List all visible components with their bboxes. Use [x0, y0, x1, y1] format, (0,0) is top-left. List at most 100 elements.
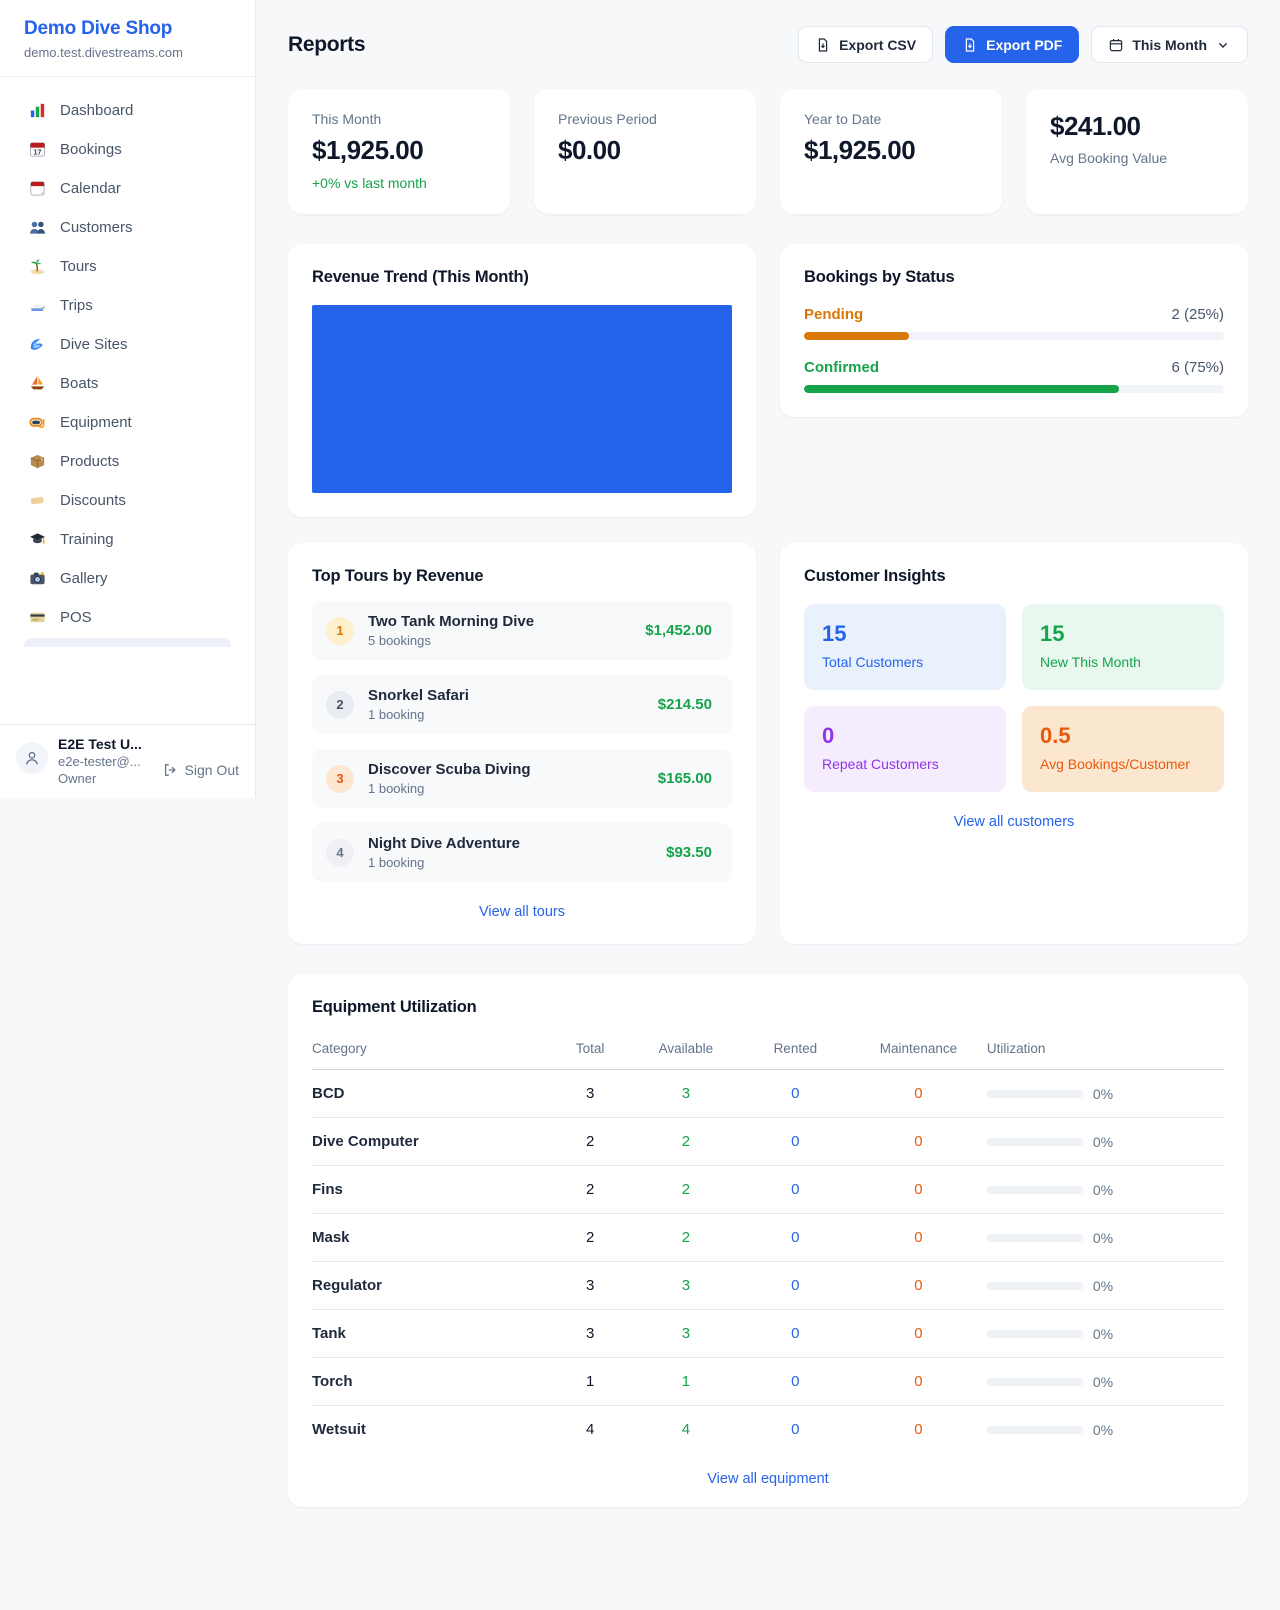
equipment-table: Category Total Available Rented Maintena…: [312, 1031, 1224, 1453]
cell-total: 2: [549, 1118, 631, 1166]
sailboat-emoji-icon: [28, 374, 47, 393]
utilization-bar: [987, 1090, 1083, 1098]
insight-value: 0: [822, 723, 988, 749]
tour-row: 1 Two Tank Morning Dive 5 bookings $1,45…: [312, 601, 732, 660]
avatar: [16, 742, 48, 774]
view-all-customers-link[interactable]: View all customers: [804, 814, 1224, 830]
sidebar-item-customers[interactable]: Customers: [12, 208, 243, 247]
cell-rented: 0: [741, 1166, 850, 1214]
utilization-percent: 0%: [1093, 1182, 1113, 1198]
sidebar-item-label: Boats: [60, 375, 98, 392]
top-tours-title: Top Tours by Revenue: [312, 567, 732, 586]
sidebar-item-label: Customers: [60, 219, 133, 236]
sidebar-item-label: Trips: [60, 297, 93, 314]
cell-total: 3: [549, 1310, 631, 1358]
table-row: Tank 3 3 0 0 0%: [312, 1310, 1224, 1358]
status-count: 2 (25%): [1171, 306, 1224, 323]
tag-emoji-icon: [28, 491, 47, 510]
cell-total: 2: [549, 1166, 631, 1214]
export-csv-button[interactable]: Export CSV: [798, 26, 933, 63]
brand-domain: demo.test.divestreams.com: [24, 45, 231, 60]
user-name: E2E Test U...: [58, 736, 142, 752]
rank-badge: 4: [326, 839, 354, 867]
sidebar-nav: Dashboard 17 Bookings Calendar Customers…: [0, 77, 255, 647]
progress-track: [804, 332, 1224, 340]
cell-rented: 0: [741, 1310, 850, 1358]
tour-name: Night Dive Adventure: [368, 835, 520, 852]
sidebar-item-calendar[interactable]: Calendar: [12, 169, 243, 208]
period-dropdown[interactable]: This Month: [1091, 26, 1248, 63]
sidebar-item-dashboard[interactable]: Dashboard: [12, 91, 243, 130]
brand-name: Demo Dive Shop: [24, 18, 231, 40]
sidebar-item-tours[interactable]: Tours: [12, 247, 243, 286]
tour-revenue: $165.00: [658, 770, 712, 787]
status-label: Pending: [804, 306, 863, 323]
middle-row: Top Tours by Revenue 1 Two Tank Morning …: [288, 543, 1248, 944]
chevron-down-icon: [1215, 37, 1231, 53]
utilization-bar: [987, 1426, 1083, 1434]
cell-maintenance: 0: [850, 1262, 987, 1310]
customer-insights-card: Customer Insights 15 Total Customers 15 …: [780, 543, 1248, 944]
user-email: e2e-tester@...: [58, 754, 142, 769]
stat-label: This Month: [312, 111, 486, 127]
graduation-cap-emoji-icon: [28, 530, 47, 549]
revenue-trend-title: Revenue Trend (This Month): [312, 268, 732, 287]
utilization-bar: [987, 1282, 1083, 1290]
cell-maintenance: 0: [850, 1310, 987, 1358]
stat-card-avg-booking-value: $241.00 Avg Booking Value: [1026, 89, 1248, 214]
export-pdf-button[interactable]: Export PDF: [945, 26, 1079, 63]
insight-label: Repeat Customers: [822, 756, 988, 772]
cell-rented: 0: [741, 1214, 850, 1262]
table-row: Fins 2 2 0 0 0%: [312, 1166, 1224, 1214]
sidebar-item-pos[interactable]: POS: [12, 598, 243, 637]
sidebar-item-products[interactable]: Products: [12, 442, 243, 481]
sidebar-item-gallery[interactable]: Gallery: [12, 559, 243, 598]
cell-category: Regulator: [312, 1262, 549, 1310]
sidebar-item-dive-sites[interactable]: Dive Sites: [12, 325, 243, 364]
table-row: Dive Computer 2 2 0 0 0%: [312, 1118, 1224, 1166]
cell-total: 2: [549, 1214, 631, 1262]
tour-name: Snorkel Safari: [368, 687, 469, 704]
cell-available: 4: [631, 1406, 740, 1454]
cell-category: Mask: [312, 1214, 549, 1262]
bar-chart-emoji-icon: [28, 101, 47, 120]
sidebar-item-label: Dive Sites: [60, 336, 128, 353]
cell-rented: 0: [741, 1406, 850, 1454]
insight-tile-total-customers: 15 Total Customers: [804, 604, 1006, 690]
tour-bookings: 1 booking: [368, 855, 520, 870]
sidebar-item-equipment[interactable]: Equipment: [12, 403, 243, 442]
stat-card-year-to-date: Year to Date $1,925.00: [780, 89, 1002, 214]
cell-category: Dive Computer: [312, 1118, 549, 1166]
cell-available: 2: [631, 1166, 740, 1214]
cell-maintenance: 0: [850, 1166, 987, 1214]
table-row: Mask 2 2 0 0 0%: [312, 1214, 1224, 1262]
table-row: Regulator 3 3 0 0 0%: [312, 1262, 1224, 1310]
cell-category: Torch: [312, 1358, 549, 1406]
sign-out-button[interactable]: Sign Out: [162, 736, 239, 786]
sidebar-item-bookings[interactable]: 17 Bookings: [12, 130, 243, 169]
sidebar-item-boats[interactable]: Boats: [12, 364, 243, 403]
logout-icon: [162, 762, 178, 778]
sidebar-item-trips[interactable]: Trips: [12, 286, 243, 325]
insight-value: 15: [1040, 621, 1206, 647]
rank-badge: 1: [326, 617, 354, 645]
stat-label: Avg Booking Value: [1050, 150, 1224, 166]
cell-available: 2: [631, 1214, 740, 1262]
export-pdf-label: Export PDF: [986, 37, 1062, 53]
tour-bookings: 1 booking: [368, 707, 469, 722]
stat-label: Year to Date: [804, 111, 978, 127]
insight-label: Total Customers: [822, 654, 988, 670]
sidebar-item-discounts[interactable]: Discounts: [12, 481, 243, 520]
view-all-equipment-link[interactable]: View all equipment: [312, 1471, 1224, 1487]
cell-total: 1: [549, 1358, 631, 1406]
sidebar-item-training[interactable]: Training: [12, 520, 243, 559]
sidebar-item-label: Products: [60, 453, 119, 470]
charts-row: Revenue Trend (This Month) Bookings by S…: [288, 244, 1248, 517]
tour-name: Discover Scuba Diving: [368, 761, 531, 778]
utilization-percent: 0%: [1093, 1278, 1113, 1294]
view-all-tours-link[interactable]: View all tours: [312, 904, 732, 920]
sidebar-item-reports-partial[interactable]: [24, 638, 231, 647]
period-label: This Month: [1132, 37, 1207, 53]
calendar-icon: [1108, 37, 1124, 53]
person-icon: [23, 749, 41, 767]
